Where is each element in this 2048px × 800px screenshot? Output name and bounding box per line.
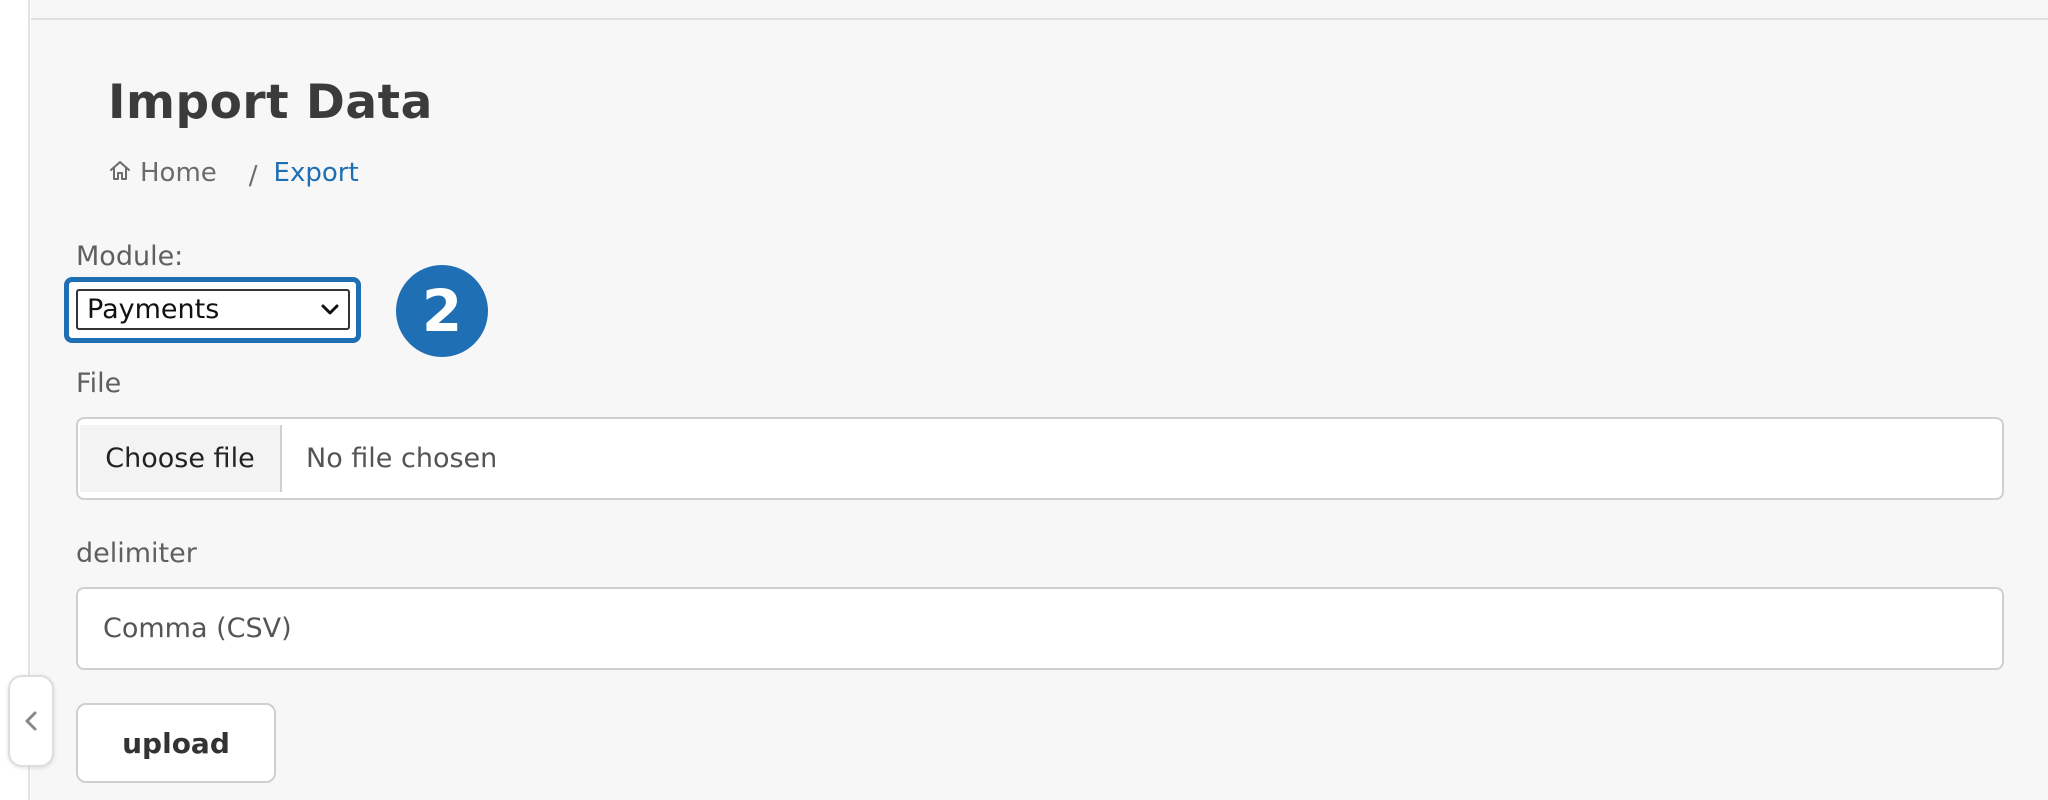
page-title: Import Data xyxy=(108,75,433,130)
home-icon xyxy=(110,161,130,180)
module-select-value: Payments xyxy=(87,294,220,325)
delimiter-label: delimiter xyxy=(76,538,197,569)
chevron-down-icon xyxy=(321,304,339,315)
module-select[interactable]: Payments xyxy=(76,289,350,330)
module-label: Module: xyxy=(76,241,184,272)
breadcrumb-export-link[interactable]: Export xyxy=(274,156,359,190)
breadcrumb-separator: / xyxy=(248,161,258,191)
upload-button[interactable]: upload xyxy=(76,703,276,783)
file-input[interactable]: Choose file No file chosen xyxy=(76,417,2004,500)
file-status-text: No file chosen xyxy=(306,443,498,474)
sidebar-collapse-button[interactable] xyxy=(8,675,54,767)
delimiter-select[interactable]: Comma (CSV) xyxy=(76,587,2004,670)
choose-file-button[interactable]: Choose file xyxy=(80,425,282,492)
file-label: File xyxy=(76,368,122,399)
top-divider xyxy=(31,18,2048,20)
step-number-badge: 2 xyxy=(396,265,488,357)
chevron-left-icon xyxy=(25,711,37,731)
breadcrumb-home-link[interactable]: Home xyxy=(140,156,217,190)
breadcrumb: Home / Export xyxy=(108,156,359,191)
